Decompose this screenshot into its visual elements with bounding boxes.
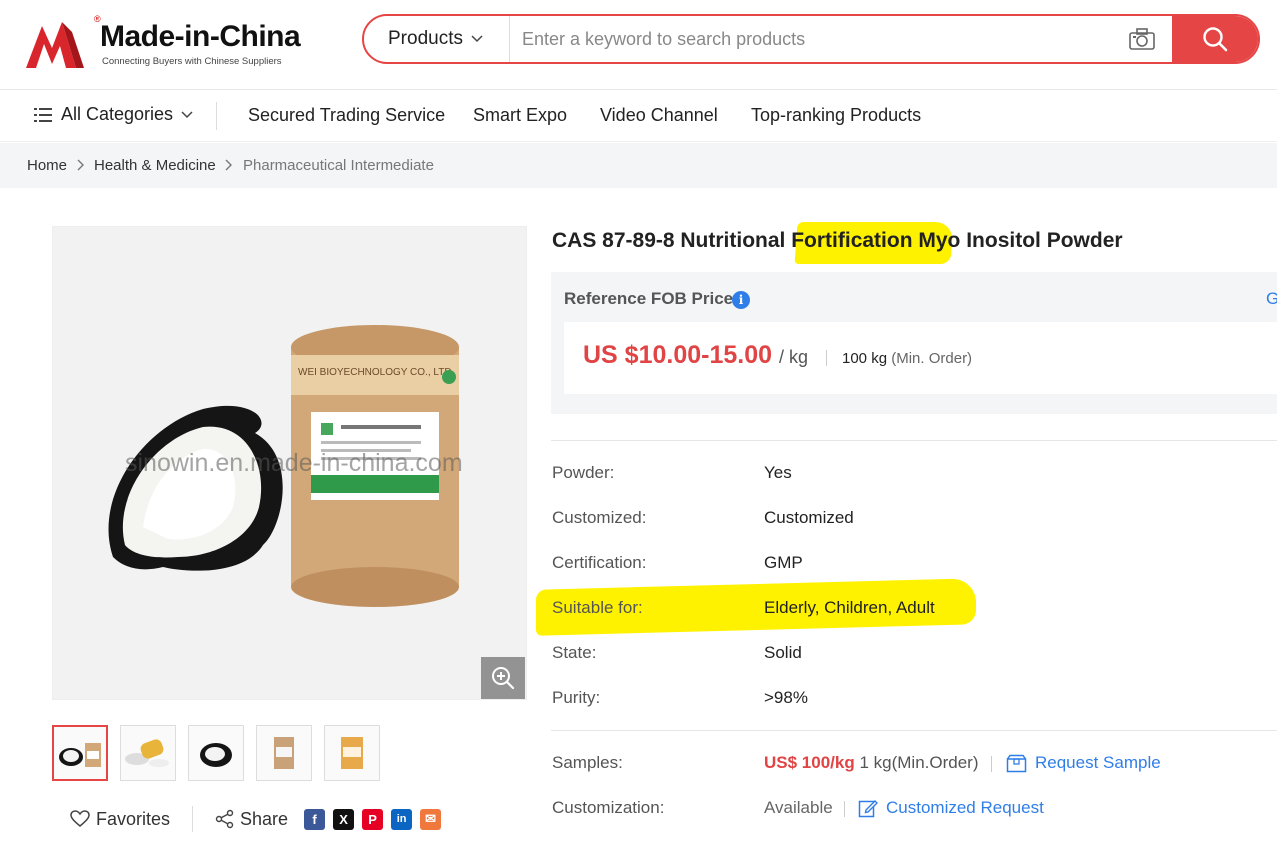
info-icon[interactable]: i: [732, 291, 750, 309]
package-icon: [1006, 754, 1027, 772]
attr-label-state: State:: [552, 643, 597, 662]
product-main-image[interactable]: WEI BIOYECHNOLOGY CO., LTD. sinowin.en.m…: [52, 226, 527, 700]
pinterest-icon[interactable]: P: [362, 808, 384, 830]
made-in-china-logo-icon: [26, 22, 84, 68]
list-icon: [34, 107, 52, 122]
attr-value-state: Solid: [764, 643, 802, 662]
price-divider: [826, 350, 827, 366]
samples-moq: 1 kg(Min.Order): [859, 753, 979, 772]
nav-divider: [216, 102, 217, 130]
section-divider: [551, 730, 1277, 731]
favorites-label: Favorites: [96, 808, 171, 829]
linkedin-icon[interactable]: in: [391, 808, 413, 830]
samples-divider: [991, 756, 992, 772]
min-order-note: (Min. Order): [891, 350, 973, 367]
breadcrumb-current: Pharmaceutical Intermediate: [243, 157, 434, 174]
chevron-right-icon: [77, 159, 84, 171]
section-divider: [551, 440, 1277, 441]
thumbnail-4[interactable]: [256, 725, 312, 781]
breadcrumb: Home Health & Medicine Pharmaceutical In…: [0, 143, 1277, 188]
thumbnail-2[interactable]: [120, 725, 176, 781]
thumbnail-5[interactable]: [324, 725, 380, 781]
share-icon: [215, 809, 234, 829]
search-icon: [1203, 27, 1228, 52]
social-share-icons: f X P in ✉: [304, 808, 442, 830]
customization-divider: [844, 801, 845, 817]
attr-value-powder: Yes: [764, 463, 792, 482]
share-button[interactable]: Share: [215, 809, 288, 830]
price-range: US $10.00-15.00: [583, 341, 773, 369]
zoom-in-icon: [492, 667, 515, 690]
customized-request-label: Customized Request: [886, 798, 1044, 817]
thumbnail-strip: [52, 725, 380, 781]
min-order-qty: 100 kg: [842, 350, 888, 367]
svg-text:WEI BIOYECHNOLOGY CO., LTD.: WEI BIOYECHNOLOGY CO., LTD.: [298, 367, 454, 378]
nav-secured-trading[interactable]: Secured Trading Service: [248, 105, 445, 126]
breadcrumb-health-medicine[interactable]: Health & Medicine: [94, 157, 216, 174]
facebook-icon[interactable]: f: [304, 808, 326, 830]
chevron-right-icon: [225, 159, 232, 171]
attr-value-certification: GMP: [764, 553, 803, 572]
price-panel: Reference FOB Price i G US $10.00-15.00 …: [551, 272, 1277, 414]
image-watermark: sinowin.en.made-in-china.com: [125, 449, 463, 477]
request-sample-link[interactable]: Request Sample: [1006, 753, 1161, 773]
search-category-label: Products: [388, 28, 463, 49]
thumbnail-image: [125, 739, 169, 767]
x-twitter-icon[interactable]: X: [333, 808, 355, 830]
customization-label: Customization:: [552, 798, 665, 817]
attr-value-purity: >98%: [764, 688, 808, 707]
attr-value-customized: Customized: [764, 508, 854, 527]
samples-label: Samples:: [552, 753, 623, 772]
price-unit: / kg: [779, 347, 809, 367]
logo-tagline: Connecting Buyers with Chinese Suppliers: [102, 56, 282, 67]
camera-icon[interactable]: [1128, 27, 1156, 51]
attr-label-purity: Purity:: [552, 688, 601, 707]
chevron-down-icon: [471, 35, 483, 43]
search-button[interactable]: [1172, 16, 1258, 62]
price-panel-cut-link[interactable]: G: [1266, 289, 1277, 309]
request-sample-label: Request Sample: [1035, 753, 1161, 772]
attr-value-suitable-for: Elderly, Children, Adult: [764, 598, 935, 617]
logo-name: Made-in-China: [100, 20, 301, 53]
breadcrumb-home[interactable]: Home: [27, 157, 67, 174]
site-logo[interactable]: ® Made-in-China Connecting Buyers with C…: [26, 14, 316, 72]
favorites-button[interactable]: Favorites: [70, 809, 170, 830]
site-header: ® Made-in-China Connecting Buyers with C…: [0, 0, 1277, 90]
heart-icon: [70, 810, 90, 827]
nav-smart-expo[interactable]: Smart Expo: [473, 105, 567, 126]
thumbnail-1[interactable]: [52, 725, 108, 781]
attr-label-suitable-for: Suitable for:: [552, 598, 643, 617]
customization-value: Available: [764, 798, 833, 817]
all-categories-menu[interactable]: All Categories: [34, 104, 193, 125]
search-input[interactable]: [522, 24, 1102, 54]
edit-icon: [858, 800, 878, 818]
search-bar: Products: [362, 14, 1260, 64]
attr-label-customized: Customized:: [552, 508, 647, 527]
action-divider: [192, 806, 194, 832]
share-label: Share: [240, 808, 289, 829]
attr-label-certification: Certification:: [552, 553, 647, 572]
thumbnail-3[interactable]: [188, 725, 244, 781]
samples-value: US$ 100/kg 1 kg(Min.Order): [764, 753, 979, 773]
main-nav: All Categories Secured Trading Service S…: [0, 90, 1277, 142]
samples-price: US$ 100/kg: [764, 753, 855, 772]
nav-video-channel[interactable]: Video Channel: [600, 105, 718, 126]
product-actions: Favorites Share f X P in ✉: [70, 806, 442, 832]
attr-label-powder: Powder:: [552, 463, 615, 482]
search-category-select[interactable]: Products: [364, 16, 510, 62]
thumbnail-image: [274, 737, 294, 769]
reference-price-label: Reference FOB Price: [564, 289, 734, 308]
customized-request-link[interactable]: Customized Request: [858, 798, 1044, 818]
zoom-button[interactable]: [481, 657, 525, 699]
nav-top-ranking[interactable]: Top-ranking Products: [751, 105, 921, 126]
min-order: 100 kg (Min. Order): [842, 350, 972, 367]
product-title: CAS 87-89-8 Nutritional Fortification My…: [552, 229, 1123, 252]
all-categories-label: All Categories: [61, 104, 174, 124]
email-icon[interactable]: ✉: [420, 808, 442, 830]
thumbnail-image: [200, 743, 232, 767]
thumbnail-image: [341, 737, 363, 769]
chevron-down-icon: [181, 110, 193, 118]
price-row: US $10.00-15.00 / kg 100 kg (Min. Order): [564, 322, 1277, 394]
thumbnail-image: [59, 743, 101, 767]
